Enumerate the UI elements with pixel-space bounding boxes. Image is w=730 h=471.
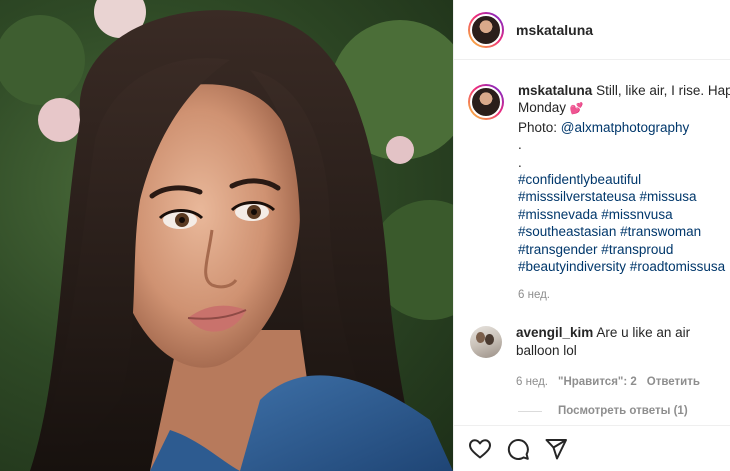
caption-avatar[interactable]: [468, 84, 504, 120]
avatar[interactable]: [468, 11, 504, 48]
caption-text-line1: Still, like air, I rise. Happy: [596, 83, 730, 98]
hashtag-line[interactable]: #transgender #transproud: [518, 241, 730, 258]
caption-username[interactable]: mskataluna: [518, 83, 592, 98]
caption: mskataluna Still, like air, I rise. Happ…: [468, 82, 730, 305]
share-icon[interactable]: [544, 437, 568, 461]
caption-body: mskataluna Still, like air, I rise. Happ…: [518, 82, 730, 305]
hashtag-line[interactable]: #confidentlybeautiful: [518, 171, 730, 188]
caption-text-line2: Monday: [518, 100, 567, 116]
hashtag-line[interactable]: #southeastasian #transwoman: [518, 223, 730, 240]
commenter-avatar[interactable]: [470, 326, 502, 358]
photo-credit-label: Photo:: [518, 119, 561, 135]
view-replies-label: Посмотреть ответы (1): [558, 405, 688, 417]
reply-button[interactable]: Ответить: [647, 373, 700, 391]
hashtag-line[interactable]: #beautyindiversity #roadtomissusa: [518, 258, 730, 275]
post-photo[interactable]: [0, 0, 453, 471]
post-side-panel: mskataluna mskataluna Still, like air, I…: [453, 0, 730, 471]
view-replies-button[interactable]: Посмотреть ответы (1): [518, 405, 688, 417]
caption-dot: .: [518, 154, 522, 170]
heart-icon[interactable]: [468, 437, 492, 461]
header-username[interactable]: mskataluna: [516, 22, 593, 38]
hashtag-line[interactable]: #missnevada #missnvusa: [518, 206, 730, 223]
comment-icon[interactable]: [506, 437, 530, 461]
two-hearts-emoji: 💕: [569, 103, 584, 116]
comment-timestamp[interactable]: 6 нед.: [516, 373, 548, 391]
caption-timestamp[interactable]: 6 нед.: [518, 287, 730, 304]
action-bar: [454, 425, 730, 471]
comment-body: avengil_kim Are u like an air balloon lo…: [516, 324, 730, 391]
comment: avengil_kim Are u like an air balloon lo…: [468, 324, 730, 391]
caption-dot: .: [518, 137, 522, 153]
hashtag-line[interactable]: #misssilverstateusa #missusa: [518, 188, 730, 205]
commenter-username[interactable]: avengil_kim: [516, 325, 593, 340]
comment-likes-count[interactable]: "Нравится": 2: [558, 373, 637, 391]
post-header: mskataluna: [454, 0, 730, 60]
photographer-mention[interactable]: @alxmatphotography: [561, 120, 690, 135]
portrait-image: [0, 0, 453, 471]
replies-divider: [518, 410, 542, 412]
comment-meta: 6 нед. "Нравится": 2 Ответить: [516, 373, 730, 391]
